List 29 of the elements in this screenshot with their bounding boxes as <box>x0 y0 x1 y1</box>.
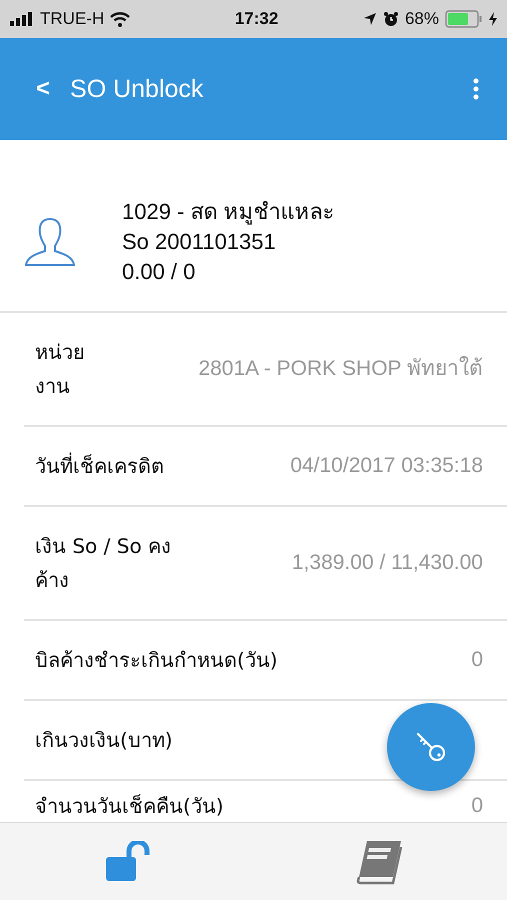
field-label: วันที่เช็คเครดิต <box>35 452 164 480</box>
more-menu-icon[interactable] <box>473 78 479 100</box>
person-silhouette-icon <box>24 216 76 268</box>
customer-info-text: 0.00 / 0 <box>122 258 196 286</box>
key-icon <box>414 730 448 764</box>
unlock-key-button[interactable] <box>387 703 475 791</box>
carrier-name: TRUE-H <box>40 9 104 29</box>
alarm-clock-icon <box>382 11 399 27</box>
battery-icon <box>444 10 483 28</box>
customer-info-text: 1029 - สด หมูชำแหละ <box>122 198 335 227</box>
location-arrow-icon <box>362 12 377 26</box>
charging-bolt-icon <box>488 12 497 26</box>
field-value: 1,389.00 / 11,430.00 <box>292 550 483 576</box>
field-value: 04/10/2017 03:35:18 <box>290 453 483 479</box>
back-button[interactable]: < <box>30 75 56 103</box>
field-value: 0 <box>471 793 483 819</box>
field-label: บิลค้างชำระเกินกำหนด(วัน) <box>35 647 278 674</box>
customer-info-text: So 2001101351 <box>122 228 277 256</box>
battery-percent: 68% <box>404 9 439 29</box>
field-label: เงิน So / So คง ค้าง <box>35 533 172 594</box>
clock-time: 17:32 <box>234 9 278 29</box>
field-value: 0 <box>471 647 483 673</box>
wifi-icon <box>110 12 130 26</box>
field-label: หน่วย งาน <box>35 339 85 400</box>
field-value: 2801A - PORK SHOP พัทยาใต้ <box>198 355 483 382</box>
page-title: SO Unblock <box>70 74 204 104</box>
field-label: เกินวงเงิน(บาท) <box>35 727 173 754</box>
signal-icon <box>10 12 34 26</box>
field-label: จำนวนวันเช็คคืน(วัน) <box>35 793 224 820</box>
